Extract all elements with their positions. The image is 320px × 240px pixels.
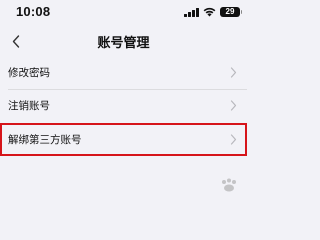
watermark-logo — [161, 178, 241, 202]
unbind-third-party-row[interactable]: 解绑第三方账号 — [0, 123, 247, 156]
chevron-right-icon — [230, 67, 237, 78]
battery-icon: 29 — [220, 7, 242, 17]
row-label: 修改密码 — [8, 67, 50, 79]
change-password-row[interactable]: 修改密码 — [0, 56, 247, 89]
chevron-right-icon — [230, 134, 237, 145]
row-label: 解绑第三方账号 — [8, 134, 82, 146]
cellular-signal-icon — [184, 7, 200, 17]
baidu-paw-icon — [222, 178, 236, 192]
cancel-account-row[interactable]: 注销账号 — [0, 89, 247, 122]
phone-screen: 10:08 29 账号管理 修改密码 注销账号 解绑第三方账号 — [0, 0, 247, 204]
chevron-right-icon — [230, 100, 237, 111]
page-title: 账号管理 — [97, 36, 150, 51]
navigation-bar: 账号管理 — [0, 28, 247, 54]
row-label: 注销账号 — [8, 100, 50, 112]
wifi-icon — [203, 7, 216, 17]
status-bar: 10:08 29 — [0, 0, 247, 22]
settings-list: 修改密码 注销账号 解绑第三方账号 — [0, 56, 247, 156]
status-time: 10:08 — [16, 4, 51, 19]
